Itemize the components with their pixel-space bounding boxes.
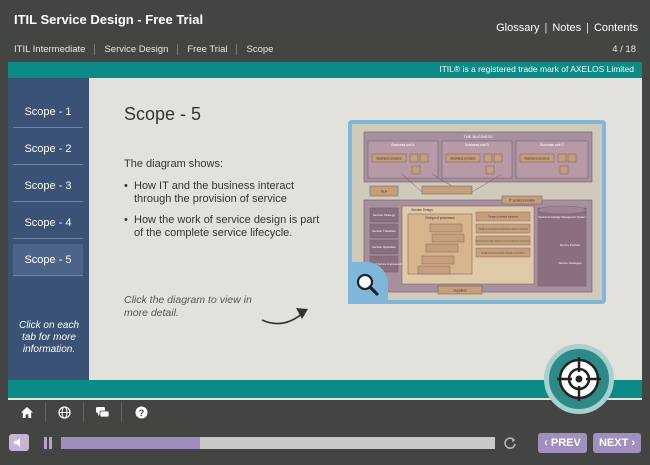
link-separator: |	[544, 22, 548, 34]
zoom-button[interactable]	[348, 262, 388, 304]
process-c-label: Business process	[525, 157, 550, 161]
service-design-label: Service Design	[411, 208, 433, 212]
chat-icon	[96, 406, 110, 417]
top-links: Glossary | Notes | Contents	[496, 22, 638, 34]
page-counter: 4 / 18	[612, 44, 636, 55]
process-b-label: Business process	[451, 157, 476, 161]
toolbar: ?	[8, 402, 160, 422]
chevron-right-icon: ›	[628, 437, 636, 449]
bullet-item: How the work of service design is part o…	[124, 214, 324, 240]
app-title: ITIL Service Design - Free Trial	[14, 12, 204, 27]
design-solution-2: Design of management information systems…	[478, 228, 528, 231]
tab-scope-1[interactable]: Scope - 1	[13, 96, 83, 128]
breadcrumb-item: ITIL Intermediate	[14, 44, 86, 55]
tab-scope-3[interactable]: Scope - 3	[13, 170, 83, 202]
home-icon	[20, 406, 33, 418]
replay-icon[interactable]	[503, 436, 517, 450]
suppliers-label: Suppliers	[453, 289, 467, 293]
design-solution-4: Design of measurement methods and metric…	[481, 252, 526, 255]
pause-button[interactable]	[42, 437, 54, 449]
diagram-svg: THE BUSINESS Business unit A Business un…	[352, 124, 602, 300]
trademark-bar: ITIL® is a registered trade mark of AXEL…	[8, 62, 642, 78]
glossary-link[interactable]: Glossary	[496, 22, 539, 34]
strategy-label: Service Strategy	[373, 213, 396, 217]
target-badge	[544, 344, 614, 414]
globe-icon	[58, 405, 71, 419]
unit-b-label: Business unit B	[465, 143, 489, 147]
sidebar: Scope - 1 Scope - 2 Scope - 3 Scope - 4 …	[8, 78, 95, 380]
design-processes-label: Design of processes	[426, 216, 455, 220]
tab-scope-2[interactable]: Scope - 2	[13, 133, 83, 165]
prev-label: PREV	[550, 437, 581, 449]
sla-label: SLA	[381, 190, 388, 194]
unit-a-label: Business unit A	[391, 143, 415, 147]
chat-button[interactable]	[84, 402, 122, 422]
main-frame: ITIL® is a registered trade mark of AXEL…	[8, 62, 642, 414]
business-label: THE BUSINESS	[463, 134, 493, 139]
unit-c-label: Business unit C	[540, 143, 564, 147]
design-solution-3: Design of technology architecture and ma…	[476, 240, 531, 243]
tab-scope-5[interactable]: Scope - 5	[13, 244, 95, 276]
breadcrumb-item: Service Design	[94, 44, 177, 55]
breadcrumb: ITIL Intermediate Service Design Free Tr…	[14, 44, 282, 55]
volume-button[interactable]	[9, 434, 29, 451]
bullet-list: How IT and the business interact through…	[124, 180, 324, 248]
diagram-canvas: THE BUSINESS Business unit A Business un…	[352, 124, 602, 300]
trademark-notice: ITIL® is a registered trade mark of AXEL…	[439, 64, 634, 74]
progress-fill	[61, 437, 200, 449]
next-button[interactable]: NEXT ›	[593, 433, 641, 453]
click-note: Click the diagram to view in more detail…	[124, 294, 252, 319]
next-label: NEXT	[598, 437, 629, 449]
page-title: Scope - 5	[124, 104, 202, 124]
contents-link[interactable]: Contents	[594, 22, 638, 34]
transition-label: Service Transition	[372, 229, 396, 233]
notes-link[interactable]: Notes	[552, 22, 581, 34]
catalogue-label: Service Catalogue	[559, 261, 582, 265]
magnifier-icon	[356, 273, 379, 296]
speaker-icon	[14, 438, 20, 447]
prev-button[interactable]: ‹ PREV	[538, 433, 587, 453]
portfolio-label: Service Portfolio	[560, 243, 581, 247]
skms-label: Service Knowledge Management System	[538, 215, 585, 219]
curved-arrow-icon	[261, 308, 308, 325]
sidebar-hint: Click on each tab for more information.	[18, 320, 80, 355]
breadcrumb-item: Free Trial	[177, 44, 236, 55]
link-separator: |	[586, 22, 589, 34]
breadcrumb-item: Scope	[236, 44, 282, 55]
provider-label: IT service provider	[509, 199, 536, 203]
intro-text: The diagram shows:	[124, 158, 224, 170]
home-button[interactable]	[8, 402, 46, 422]
process-a-label: Business process	[377, 157, 402, 161]
pause-icon	[49, 437, 52, 449]
pause-icon	[44, 437, 47, 449]
help-icon: ?	[135, 406, 147, 418]
crosshair-icon	[557, 357, 601, 401]
help-button[interactable]: ?	[122, 402, 160, 422]
design-solution-1: Design of service solutions	[488, 216, 518, 219]
chevron-left-icon: ‹	[544, 437, 551, 449]
tab-scope-4[interactable]: Scope - 4	[13, 207, 83, 239]
svg-text:?: ?	[138, 407, 144, 417]
operation-label: Service Operation	[372, 245, 396, 249]
progress-bar[interactable]	[61, 437, 495, 449]
globe-button[interactable]	[46, 402, 84, 422]
bullet-item: How IT and the business interact through…	[124, 180, 324, 206]
